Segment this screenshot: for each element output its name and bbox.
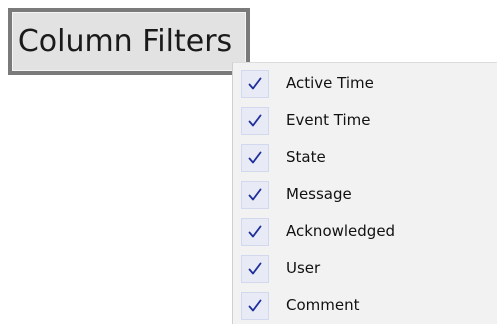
check-icon	[248, 188, 262, 201]
column-filters-menu: Active Time Event Time State Message Ack	[232, 62, 497, 324]
checkbox-state[interactable]	[241, 144, 269, 172]
menu-item-label: Event Time	[286, 111, 371, 129]
checkbox-event-time[interactable]	[241, 107, 269, 135]
checkbox-user[interactable]	[241, 255, 269, 283]
check-icon	[248, 77, 262, 90]
check-icon	[248, 262, 262, 275]
menu-item-user[interactable]: User	[233, 250, 497, 287]
menu-item-label: Acknowledged	[286, 222, 396, 240]
menu-item-message[interactable]: Message	[233, 176, 497, 213]
column-filters-button-label: Column Filters	[17, 24, 233, 59]
menu-item-state[interactable]: State	[233, 139, 497, 176]
menu-item-label: Message	[286, 185, 352, 203]
menu-item-label: User	[286, 259, 321, 277]
check-icon	[248, 151, 262, 164]
menu-item-comment[interactable]: Comment	[233, 287, 497, 324]
checkbox-active-time[interactable]	[241, 70, 269, 98]
checkbox-message[interactable]	[241, 181, 269, 209]
checkbox-acknowledged[interactable]	[241, 218, 269, 246]
menu-item-label: Active Time	[286, 74, 374, 92]
checkbox-comment[interactable]	[241, 292, 269, 320]
check-icon	[248, 225, 262, 238]
menu-item-acknowledged[interactable]: Acknowledged	[233, 213, 497, 250]
menu-item-label: Comment	[286, 296, 360, 314]
menu-item-label: State	[286, 148, 326, 166]
menu-item-event-time[interactable]: Event Time	[233, 102, 497, 139]
menu-item-active-time[interactable]: Active Time	[233, 65, 497, 102]
check-icon	[248, 299, 262, 312]
check-icon	[248, 114, 262, 127]
column-filters-button[interactable]: Column Filters	[8, 8, 250, 75]
canvas: Column Filters Active Time Event Time St…	[0, 0, 497, 324]
